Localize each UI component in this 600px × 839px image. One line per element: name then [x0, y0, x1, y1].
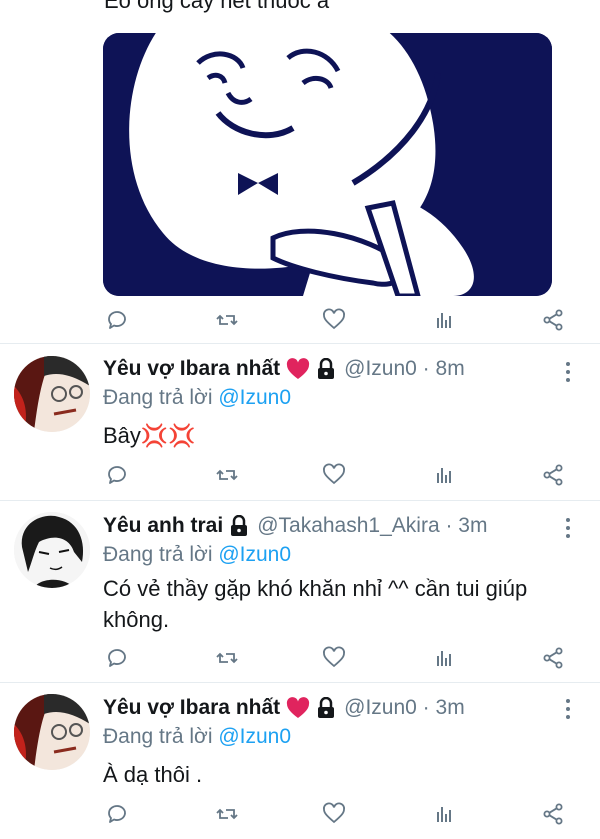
lock-icon [316, 697, 336, 719]
share-icon[interactable] [539, 461, 567, 489]
tweet-header: Yêu vợ Ibara nhất @Izun0 · 3m [103, 696, 465, 720]
reply-icon[interactable] [103, 461, 131, 489]
replying-to-link[interactable]: @Izun0 [218, 386, 291, 409]
more-options-icon[interactable] [558, 358, 578, 386]
replying-to-link[interactable]: @Izun0 [218, 725, 291, 748]
tweet-actions [103, 461, 569, 489]
lock-icon [316, 358, 336, 380]
analytics-icon[interactable] [430, 461, 458, 489]
tweet-header: Yêu vợ Ibara nhất @Izun0 · 8m [103, 357, 465, 381]
tweet-actions [103, 644, 569, 672]
like-icon[interactable] [320, 306, 348, 334]
tweet-text: Có vẻ thầy gặp khó khăn nhỉ ^^ cần tui g… [103, 576, 528, 632]
like-icon[interactable] [320, 800, 348, 828]
tweet-actions [103, 306, 569, 334]
display-name[interactable]: Yêu vợ Ibara nhất [103, 357, 280, 381]
lock-icon [229, 515, 249, 537]
analytics-icon[interactable] [430, 800, 458, 828]
avatar[interactable] [14, 356, 90, 432]
reply-tweet[interactable]: Yêu vợ Ibara nhất @Izun0 · 3m Đang trả l… [0, 683, 600, 839]
analytics-icon[interactable] [430, 644, 458, 672]
more-options-icon[interactable] [558, 514, 578, 542]
replying-to: Đang trả lời @Izun0 [103, 543, 291, 567]
retweet-icon[interactable] [213, 800, 241, 828]
retweet-icon[interactable] [213, 461, 241, 489]
avatar[interactable] [14, 512, 90, 588]
share-icon[interactable] [539, 306, 567, 334]
handle-timestamp[interactable]: @Takahash1_Akira · 3m [257, 514, 487, 538]
display-name[interactable]: Yêu anh trai [103, 514, 223, 538]
handle-timestamp[interactable]: @Izun0 · 3m [344, 696, 465, 720]
tweet-text: Eo ông cầy hết thuốc à [104, 0, 330, 13]
display-name[interactable]: Yêu vợ Ibara nhất [103, 696, 280, 720]
share-icon[interactable] [539, 800, 567, 828]
heart-icon [286, 697, 310, 719]
handle-timestamp[interactable]: @Izun0 · 8m [344, 357, 465, 381]
avatar[interactable] [14, 694, 90, 770]
retweet-icon[interactable] [213, 644, 241, 672]
meme-drawing [103, 33, 552, 296]
replying-to-label: Đang trả lời [103, 543, 213, 566]
replying-to-label: Đang trả lời [103, 386, 213, 409]
share-icon[interactable] [539, 644, 567, 672]
reply-tweet[interactable]: Yêu vợ Ibara nhất @Izun0 · 8m Đang trả l… [0, 344, 600, 500]
tweet-actions [103, 800, 569, 828]
replying-to: Đang trả lời @Izun0 [103, 386, 291, 410]
like-icon[interactable] [320, 644, 348, 672]
reply-tweet[interactable]: Yêu anh trai @Takahash1_Akira · 3m Đang … [0, 501, 600, 682]
replying-to-link[interactable]: @Izun0 [218, 543, 291, 566]
like-icon[interactable] [320, 461, 348, 489]
reply-icon[interactable] [103, 644, 131, 672]
analytics-icon[interactable] [430, 306, 458, 334]
heart-icon [286, 358, 310, 380]
replying-to: Đang trả lời @Izun0 [103, 725, 291, 749]
more-options-icon[interactable] [558, 695, 578, 723]
tweet-text: Bây💢💢 [103, 423, 196, 448]
tweet-text: À dạ thôi . [103, 762, 203, 787]
retweet-icon[interactable] [213, 306, 241, 334]
reply-icon[interactable] [103, 800, 131, 828]
tweet-header: Yêu anh trai @Takahash1_Akira · 3m [103, 514, 487, 538]
replying-to-label: Đang trả lời [103, 725, 213, 748]
tweet-media-image[interactable] [103, 33, 552, 296]
reply-icon[interactable] [103, 306, 131, 334]
